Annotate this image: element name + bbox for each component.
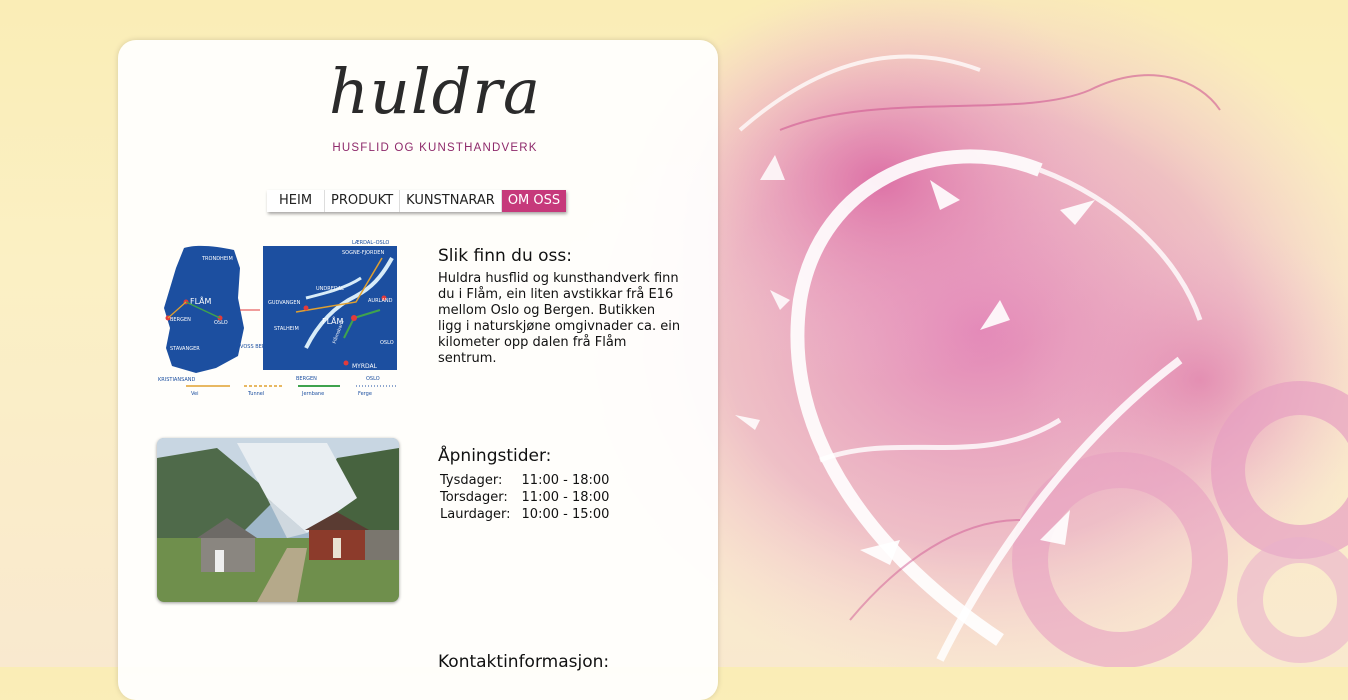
map-label-laerdal-oslo: LÆRDAL–OSLO xyxy=(352,240,389,246)
map-label-kristiansand: KRISTIANSAND xyxy=(158,377,196,383)
hours-day: Laurdager: xyxy=(440,507,511,522)
directions-text: Huldra husflid og kunsthandverk finn du … xyxy=(438,271,681,366)
hours-table: Tysdager: 11:00 - 18:00 Torsdager: 11:00… xyxy=(437,471,612,524)
nav-item-kunstnarar[interactable]: KUNSTNARAR xyxy=(400,190,502,212)
main-nav: HEIM PRODUKT KUNSTNARAR OM OSS xyxy=(267,190,567,212)
map-label-oslo-right: OSLO xyxy=(380,340,394,346)
nav-item-produkt[interactable]: PRODUKT xyxy=(325,190,401,212)
shop-photo xyxy=(157,438,399,602)
hours-row: Tysdager: 11:00 - 18:00 xyxy=(440,473,609,488)
map-label-oslo-left: OSLO xyxy=(214,320,228,326)
legend-jernbane: Jernbane xyxy=(301,391,324,397)
map-label-stavanger: STAVANGER xyxy=(170,346,200,352)
legend-ferge: Ferge xyxy=(358,391,372,397)
map-label-undredal: UNDREDAL xyxy=(316,286,344,292)
map-label-sognefjorden: SOGNE-FJORDEN xyxy=(342,250,384,256)
logo-subtitle: HUSFLID OG KUNSTHANDVERK xyxy=(332,142,538,154)
hours-day: Torsdager: xyxy=(440,490,508,505)
logo-title: huldra xyxy=(329,55,541,128)
location-map: TRONDHEIM FLÅM BERGEN OSLO STAVANGER KRI… xyxy=(158,240,397,397)
map-label-flam-left: FLÅM xyxy=(190,295,212,306)
hours-row: Torsdager: 11:00 - 18:00 xyxy=(440,490,609,505)
site-logo[interactable]: huldra HUSFLID OG KUNSTHANDVERK xyxy=(304,52,566,164)
hours-time: 10:00 - 15:00 xyxy=(521,507,610,522)
nav-item-om-oss[interactable]: OM OSS xyxy=(501,190,567,212)
legend-vei: Vei xyxy=(191,391,199,397)
hours-time: 11:00 - 18:00 xyxy=(521,473,610,488)
legend-tunnel: Tunnel xyxy=(247,391,264,397)
map-label-aurland: AURLAND xyxy=(368,298,393,304)
map-label-gudvangen: GUDVANGEN xyxy=(268,300,301,306)
map-label-myrdal: MYRDAL xyxy=(352,363,378,370)
directions-title: Slik finn du oss: xyxy=(438,246,572,266)
hours-day: Tysdager: xyxy=(440,473,503,488)
map-label-trondheim: TRONDHEIM xyxy=(201,256,233,262)
map-label-bergen-right: BERGEN xyxy=(296,376,317,382)
hours-time: 11:00 - 18:00 xyxy=(521,490,610,505)
map-label-oslo-bottom: OSLO xyxy=(366,376,380,382)
nav-item-heim[interactable]: HEIM xyxy=(267,190,326,212)
map-label-bergen-left: BERGEN xyxy=(170,317,191,323)
map-label-stalheim: STALHEIM xyxy=(274,326,299,332)
hours-title: Åpningstider: xyxy=(438,446,552,466)
hours-row: Laurdager: 10:00 - 15:00 xyxy=(440,507,609,522)
contact-title: Kontaktinformasjon: xyxy=(438,652,610,672)
